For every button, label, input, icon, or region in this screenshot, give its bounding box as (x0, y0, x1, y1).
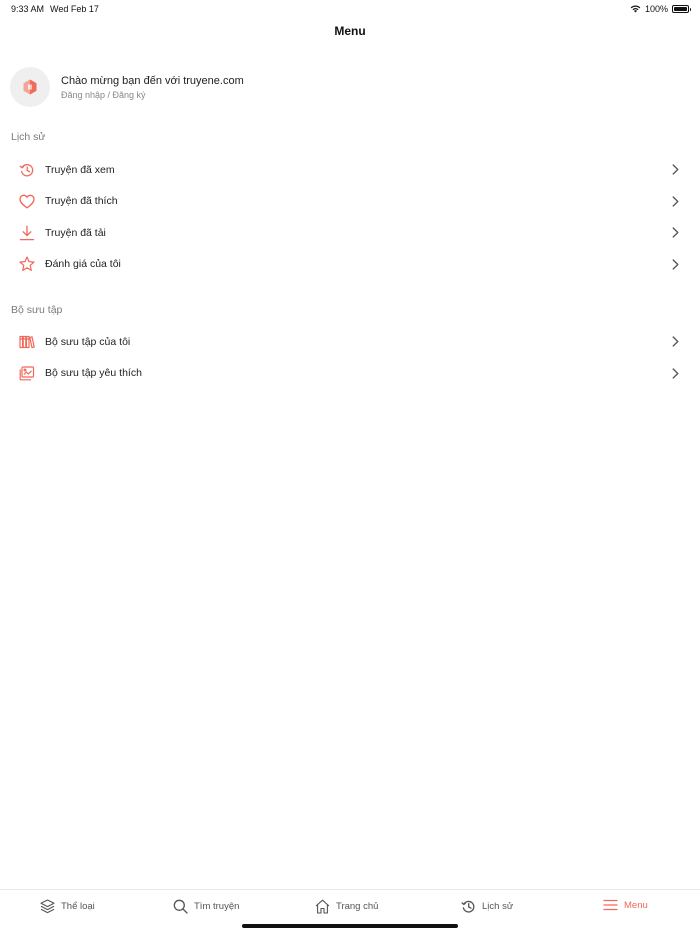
menu-item-label: Truyện đã thích (45, 195, 118, 208)
menu-item-favorite-collection[interactable]: Bộ sưu tập yêu thích (0, 358, 700, 390)
login-link[interactable]: Đăng nhập / Đăng ký (61, 90, 244, 100)
status-date: Wed Feb 17 (50, 4, 99, 14)
history-icon (18, 161, 36, 179)
tab-label: Tìm truyện (194, 901, 240, 912)
tab-label: Trang chủ (336, 901, 379, 912)
menu-item-label: Bộ sưu tập yêu thích (45, 367, 142, 380)
profile-text: Chào mừng bạn đến với truyene.com Đăng n… (61, 75, 244, 100)
tab-history[interactable]: Lịch sử (461, 899, 513, 914)
album-icon (18, 364, 36, 382)
tab-label: Thể loại (61, 901, 95, 912)
collection-list: Bộ sưu tập của tôi Bộ sưu tập yêu thích (0, 326, 700, 389)
avatar[interactable] (10, 67, 50, 107)
history-icon (461, 900, 475, 913)
menu-item-label: Bộ sưu tập của tôi (45, 335, 131, 348)
menu-item-label: Truyện đã xem (45, 163, 115, 176)
chevron-right-icon (670, 367, 680, 379)
status-bar: 9:33 AM Wed Feb 17 100% (0, 0, 700, 18)
chevron-right-icon (670, 336, 680, 348)
menu-item-label: Đánh giá của tôi (45, 258, 121, 271)
tab-categories[interactable]: Thể loại (40, 899, 95, 914)
tab-menu[interactable]: Menu (603, 899, 648, 911)
profile-header[interactable]: Chào mừng bạn đến với truyene.com Đăng n… (10, 67, 244, 107)
menu-item-my-collection[interactable]: Bộ sưu tập của tôi (0, 326, 700, 358)
heart-icon (18, 192, 36, 210)
chevron-right-icon (670, 227, 680, 239)
menu-item-label: Truyện đã tải (45, 226, 106, 239)
history-list: Truyện đã xem Truyện đã thích Truyện đã … (0, 154, 700, 280)
layers-icon (40, 899, 55, 914)
battery-percent: 100% (644, 4, 668, 14)
menu-item-liked[interactable]: Truyện đã thích (0, 186, 700, 218)
section-title-history: Lịch sử (11, 131, 46, 143)
tab-label: Lịch sử (482, 901, 514, 912)
welcome-text: Chào mừng bạn đến với truyene.com (61, 74, 244, 87)
page-title: Menu (334, 24, 366, 38)
status-right: 100% (630, 4, 691, 14)
search-icon (173, 899, 188, 914)
tab-search[interactable]: Tìm truyện (173, 899, 239, 914)
home-icon (315, 899, 330, 914)
menu-item-viewed[interactable]: Truyện đã xem (0, 154, 700, 186)
chevron-right-icon (670, 164, 680, 176)
status-left: 9:33 AM Wed Feb 17 (11, 4, 99, 14)
books-icon (18, 333, 36, 351)
status-time: 9:33 AM (11, 4, 45, 14)
section-title-collection: Bộ sưu tập (11, 304, 63, 316)
menu-icon (603, 899, 618, 911)
chevron-right-icon (670, 195, 680, 207)
battery-icon (672, 5, 691, 13)
tab-home[interactable]: Trang chủ (315, 899, 378, 914)
download-icon (18, 224, 36, 242)
chevron-right-icon (670, 258, 680, 270)
star-icon (18, 255, 36, 273)
tab-label: Menu (624, 899, 648, 911)
home-indicator (242, 924, 458, 928)
menu-item-reviews[interactable]: Đánh giá của tôi (0, 249, 700, 281)
wifi-icon (630, 5, 641, 13)
menu-item-downloaded[interactable]: Truyện đã tải (0, 217, 700, 249)
app-logo-icon (23, 79, 37, 95)
